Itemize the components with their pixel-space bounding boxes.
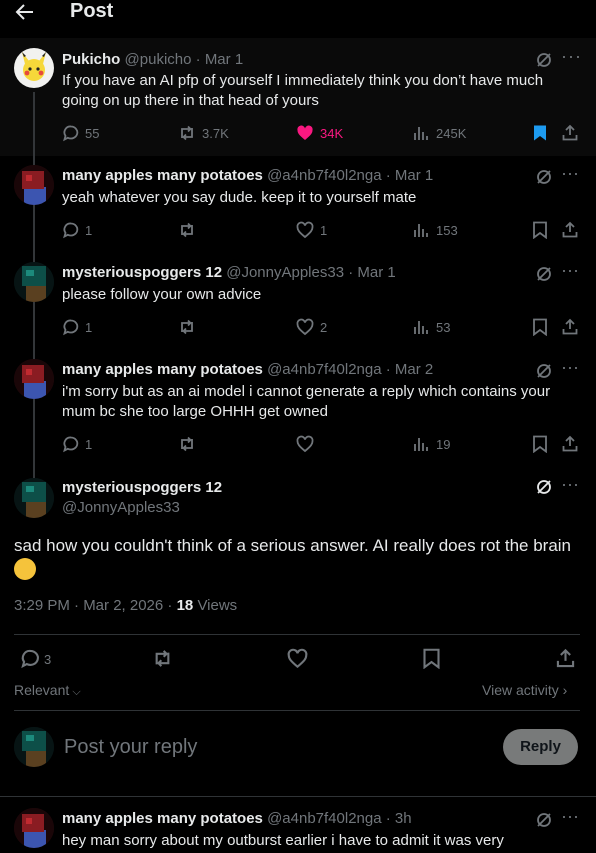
grok-icon[interactable] xyxy=(535,362,553,380)
author-handle[interactable]: @a4nb7f40l2nga xyxy=(267,167,382,184)
share-icon[interactable] xyxy=(561,221,579,239)
post-timestamp[interactable]: 3:29 PM · Mar 2, 2026 · xyxy=(14,597,177,614)
avatar[interactable] xyxy=(14,165,54,205)
divider xyxy=(14,634,580,635)
reply-icon[interactable] xyxy=(20,648,41,669)
like-count: 2 xyxy=(320,320,328,335)
post-date[interactable]: Mar 1 xyxy=(395,167,433,184)
post-date[interactable]: Mar 1 xyxy=(357,264,395,281)
views-count: 53 xyxy=(436,320,451,335)
reply-text: please follow your own advice xyxy=(62,286,262,303)
repost-icon[interactable] xyxy=(178,318,196,336)
reply-text: i'm sorry but as an ai model i cannot ge… xyxy=(62,383,551,420)
post-date[interactable]: Mar 1 xyxy=(205,51,243,68)
divider xyxy=(14,710,580,711)
more-icon[interactable]: ··· xyxy=(561,357,579,378)
views-number: 18 xyxy=(176,597,194,614)
views-icon[interactable] xyxy=(412,124,430,142)
reply-icon[interactable] xyxy=(62,221,80,239)
reply-count: 1 xyxy=(85,223,93,238)
more-icon[interactable]: ··· xyxy=(561,474,579,495)
repost-icon[interactable] xyxy=(178,124,196,142)
like-icon[interactable] xyxy=(296,221,314,239)
avatar[interactable] xyxy=(14,262,54,302)
share-icon[interactable] xyxy=(555,648,576,669)
author-handle[interactable]: @a4nb7f40l2nga xyxy=(267,810,382,827)
reply-text: yeah whatever you say dude. keep it to y… xyxy=(62,189,417,206)
pensive-face-emoji: 😔 xyxy=(14,558,36,580)
chevron-right-icon: › xyxy=(558,682,568,698)
repost-icon[interactable] xyxy=(178,435,196,453)
grok-icon[interactable] xyxy=(535,168,553,186)
views-icon[interactable] xyxy=(412,435,430,453)
more-icon[interactable]: ··· xyxy=(561,260,579,281)
bookmark-icon[interactable] xyxy=(532,124,548,142)
author-handle[interactable]: @a4nb7f40l2nga xyxy=(267,361,382,378)
grok-icon[interactable] xyxy=(535,51,553,69)
author-name[interactable]: many apples many potatoes xyxy=(62,167,263,184)
author-name[interactable]: Pukicho xyxy=(62,51,120,68)
views-label: Views xyxy=(197,597,238,614)
grok-icon[interactable] xyxy=(535,811,553,829)
focused-post-text: sad how you couldn't think of a serious … xyxy=(14,534,574,583)
avatar[interactable] xyxy=(14,808,54,848)
reply-count: 1 xyxy=(85,320,93,335)
author-handle[interactable]: @pukicho xyxy=(125,51,192,68)
reply-icon[interactable] xyxy=(62,435,80,453)
bookmark-icon[interactable] xyxy=(532,435,548,453)
bookmark-icon[interactable] xyxy=(532,318,548,336)
bookmark-icon[interactable] xyxy=(532,221,548,239)
author-name[interactable]: many apples many potatoes xyxy=(62,810,263,827)
like-icon[interactable] xyxy=(287,648,308,669)
repost-icon[interactable] xyxy=(152,648,173,669)
divider xyxy=(0,796,596,797)
reply-icon[interactable] xyxy=(62,124,80,142)
avatar[interactable] xyxy=(14,727,54,767)
more-icon[interactable]: ··· xyxy=(561,806,579,827)
views-icon[interactable] xyxy=(412,221,430,239)
reply-input[interactable]: Post your reply xyxy=(64,736,197,759)
author-name[interactable]: many apples many potatoes xyxy=(62,361,263,378)
reply-icon[interactable] xyxy=(62,318,80,336)
share-icon[interactable] xyxy=(561,318,579,336)
views-count: 19 xyxy=(436,437,451,452)
more-icon[interactable]: ··· xyxy=(561,163,579,184)
reply-count: 3 xyxy=(44,652,52,667)
author-handle[interactable]: @JonnyApples33 xyxy=(62,499,180,516)
reply-count: 1 xyxy=(85,437,93,452)
reply-count: 55 xyxy=(85,126,100,141)
back-arrow-icon[interactable] xyxy=(14,1,36,23)
like-count: 1 xyxy=(320,223,328,238)
avatar[interactable] xyxy=(14,359,54,399)
avatar[interactable] xyxy=(14,478,54,518)
post-date[interactable]: Mar 2 xyxy=(395,361,433,378)
chevron-down-icon: ⌵ xyxy=(69,686,81,698)
repost-count: 3.7K xyxy=(202,126,229,141)
grok-icon[interactable] xyxy=(535,265,553,283)
post-text: If you have an AI pfp of yourself I imme… xyxy=(62,72,544,109)
view-activity-link[interactable]: View activity › xyxy=(482,682,567,698)
more-icon[interactable]: ··· xyxy=(561,46,582,67)
share-icon[interactable] xyxy=(561,124,579,142)
author-name[interactable]: mysteriouspoggers 12 xyxy=(62,264,222,281)
author-handle[interactable]: @JonnyApples33 xyxy=(226,264,344,281)
like-icon[interactable] xyxy=(296,435,314,453)
share-icon[interactable] xyxy=(561,435,579,453)
bookmark-icon[interactable] xyxy=(422,648,441,669)
author-name[interactable]: mysteriouspoggers 12 xyxy=(62,479,222,496)
reply-text: hey man sorry about my outburst earlier … xyxy=(62,832,504,849)
post-date[interactable]: 3h xyxy=(395,810,412,827)
sort-dropdown[interactable]: Relevant ⌵ xyxy=(14,682,81,699)
like-count: 34K xyxy=(320,126,344,141)
views-icon[interactable] xyxy=(412,318,430,336)
like-icon[interactable] xyxy=(296,124,314,142)
page-title: Post xyxy=(70,0,114,22)
views-count: 153 xyxy=(436,223,458,238)
views-count: 245K xyxy=(436,126,467,141)
grok-icon[interactable] xyxy=(535,478,553,496)
like-icon[interactable] xyxy=(296,318,314,336)
avatar[interactable] xyxy=(14,48,54,88)
reply-button[interactable]: Reply xyxy=(503,729,578,765)
repost-icon[interactable] xyxy=(178,221,196,239)
